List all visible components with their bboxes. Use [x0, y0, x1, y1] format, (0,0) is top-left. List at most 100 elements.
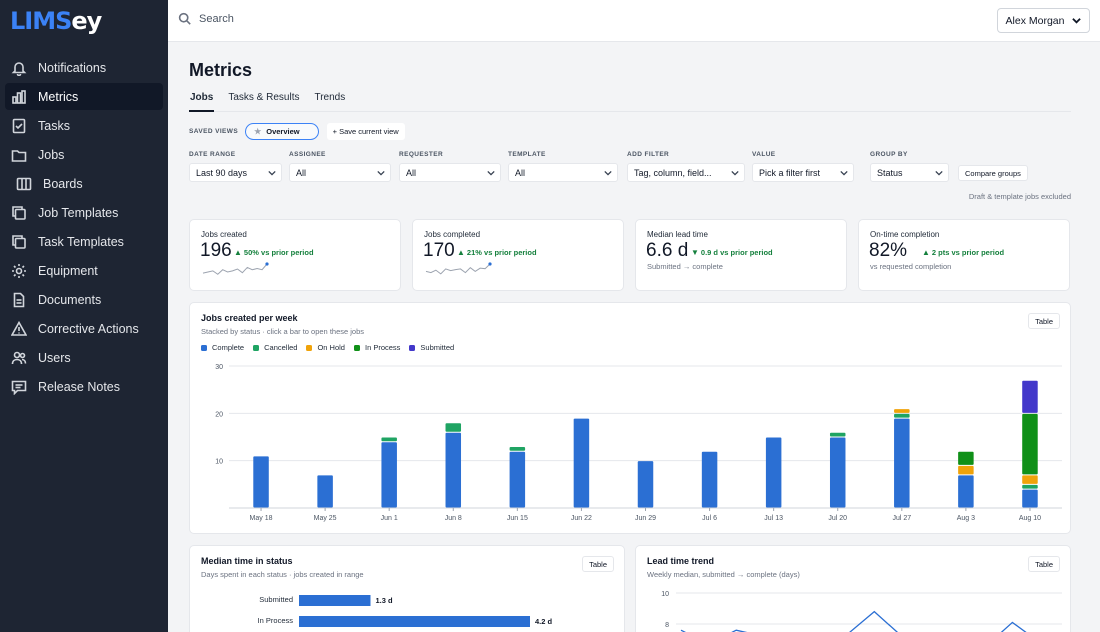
chevron-down-icon: [1072, 18, 1082, 24]
y-tick-label: 30: [215, 364, 223, 371]
tab-tasks-results[interactable]: Tasks & Results: [227, 92, 300, 112]
sidebar-item-jobs[interactable]: Jobs: [5, 141, 163, 168]
chevron-down-icon: [377, 170, 385, 176]
sidebar-item-equipment[interactable]: Equipment: [5, 257, 163, 284]
bar-complete[interactable]: [701, 451, 718, 508]
search-icon: [178, 12, 191, 25]
y-tick-label: 20: [215, 411, 223, 418]
save-current-view-button[interactable]: + Save current view: [326, 123, 405, 140]
x-tick-label: May 18: [250, 515, 273, 522]
tab-jobs[interactable]: Jobs: [189, 92, 215, 112]
requester-select[interactable]: All: [399, 163, 501, 182]
sidebar-item-boards[interactable]: Boards: [5, 170, 163, 197]
sparkline: [425, 262, 492, 275]
search-input[interactable]: [199, 12, 499, 25]
bar-complete[interactable]: [445, 432, 462, 508]
category-label: In Process: [258, 616, 294, 625]
x-tick-label: Jun 22: [571, 515, 592, 522]
bar-submitted[interactable]: [1022, 380, 1038, 413]
bar-complete[interactable]: [958, 475, 974, 508]
x-tick-label: Jul 6: [702, 515, 717, 522]
chevron-down-icon: [268, 170, 276, 176]
kpi-card-jobs-created[interactable]: Jobs created 196 ▲ 50% vs prior period: [189, 219, 401, 291]
bar-complete[interactable]: [381, 442, 397, 508]
tab-trends[interactable]: Trends: [313, 92, 346, 112]
bar-complete[interactable]: [509, 451, 526, 508]
x-tick-label: Jul 27: [892, 515, 911, 522]
bar-on-hold[interactable]: [958, 465, 974, 475]
bar-complete[interactable]: [894, 418, 910, 508]
bar-complete[interactable]: [637, 461, 654, 508]
bar-in-process[interactable]: [299, 616, 530, 627]
bar-cancelled[interactable]: [829, 432, 846, 437]
bar-cancelled[interactable]: [445, 423, 462, 432]
bar-cancelled[interactable]: [381, 437, 397, 442]
bar-cancelled[interactable]: [509, 446, 526, 451]
bar-value-label: 4.2 d: [535, 617, 553, 626]
sidebar-item-tasks[interactable]: Tasks: [5, 112, 163, 139]
page-title: Metrics: [189, 60, 253, 80]
sidebar-item-notifications[interactable]: Notifications: [5, 54, 163, 81]
filter-label-requester: REQUESTER: [399, 151, 444, 158]
kpi-card-on-time-completion[interactable]: On-time completion 82% ▲ 2 pts vs prior per…: [858, 219, 1070, 291]
bar-complete[interactable]: [1022, 489, 1038, 508]
columns-icon: [15, 175, 33, 193]
bar-cancelled[interactable]: [1022, 484, 1038, 489]
bar-cancelled[interactable]: [894, 413, 910, 418]
bar-in-process[interactable]: [1022, 413, 1038, 475]
sidebar-item-corrective-actions[interactable]: Corrective Actions: [5, 315, 163, 342]
user-menu-button[interactable]: Alex Morgan: [997, 8, 1090, 33]
tab-bar: Jobs Tasks & Results Trends: [189, 92, 1071, 112]
search-box[interactable]: [178, 12, 499, 25]
bell-icon: [10, 59, 28, 77]
bar-complete[interactable]: [253, 456, 269, 508]
x-tick-label: Jun 1: [381, 515, 398, 522]
sidebar-item-users[interactable]: Users: [5, 344, 163, 371]
sparkline-endpoint: [488, 262, 492, 266]
chevron-down-icon: [840, 170, 848, 176]
assignee-select[interactable]: All: [289, 163, 391, 182]
logo-text-part2: ey: [71, 7, 102, 35]
kpi-card-median-lead-time[interactable]: Median lead time 6.6 d ▼ 0.9 d vs prior per…: [635, 219, 847, 291]
document-icon: [10, 291, 28, 309]
sidebar-item-metrics[interactable]: Metrics: [5, 83, 163, 110]
sidebar-item-task-templates[interactable]: Task Templates: [5, 228, 163, 255]
category-label: Submitted: [259, 595, 293, 604]
bar-in-process[interactable]: [958, 451, 974, 465]
kpi-delta: ▲ 2 pts vs prior period: [922, 248, 1004, 257]
copy-icon: [10, 204, 28, 222]
weekly-bar-chart: 10 20 30 May 18 May 25 Jun 1 Jun 8 Jun 15 Jun 22…: [215, 364, 1062, 522]
sidebar: LIMS ey Notifications Metrics Tasks Jobs Boar…: [0, 0, 168, 632]
sidebar-item-label: Equipment: [38, 263, 98, 278]
add-filter-select[interactable]: Tag, column, field...: [627, 163, 745, 182]
triangle-down-icon: ▼: [691, 248, 699, 257]
x-tick-label: Jun 8: [445, 515, 462, 522]
compare-groups-button[interactable]: Compare groups: [958, 165, 1028, 181]
sidebar-nav: Notifications Metrics Tasks Jobs Boards Job T…: [0, 54, 168, 400]
saved-views-row: SAVED VIEWS ★ Overview + Save current vi…: [189, 123, 405, 140]
select-value: Pick a filter first: [759, 167, 821, 178]
saved-view-overview[interactable]: ★ Overview: [245, 123, 319, 140]
sidebar-item-job-templates[interactable]: Job Templates: [5, 199, 163, 226]
select-value: Status: [877, 167, 903, 178]
template-select[interactable]: All: [508, 163, 618, 182]
trend-line: [680, 610, 1027, 632]
sidebar-item-release-notes[interactable]: Release Notes: [5, 373, 163, 400]
date-range-select[interactable]: Last 90 days: [189, 163, 282, 182]
logo-text-part1: LIMS: [10, 7, 72, 35]
sparkline-endpoint: [265, 262, 269, 266]
sidebar-item-documents[interactable]: Documents: [5, 286, 163, 313]
bar-complete[interactable]: [317, 475, 333, 508]
sidebar-item-label: Boards: [43, 176, 83, 191]
group-by-select[interactable]: Status: [870, 163, 949, 182]
app-logo[interactable]: LIMS ey: [0, 0, 168, 42]
bar-submitted[interactable]: [299, 595, 371, 606]
bar-complete[interactable]: [573, 418, 590, 508]
bar-complete[interactable]: [829, 437, 846, 508]
value-select[interactable]: Pick a filter first: [752, 163, 854, 182]
sidebar-item-label: Corrective Actions: [38, 321, 139, 336]
kpi-card-jobs-completed[interactable]: Jobs completed 170 ▲ 21% vs prior period: [412, 219, 624, 291]
bar-complete[interactable]: [765, 437, 782, 508]
bar-on-hold[interactable]: [1022, 475, 1038, 484]
bar-on-hold[interactable]: [894, 409, 910, 413]
